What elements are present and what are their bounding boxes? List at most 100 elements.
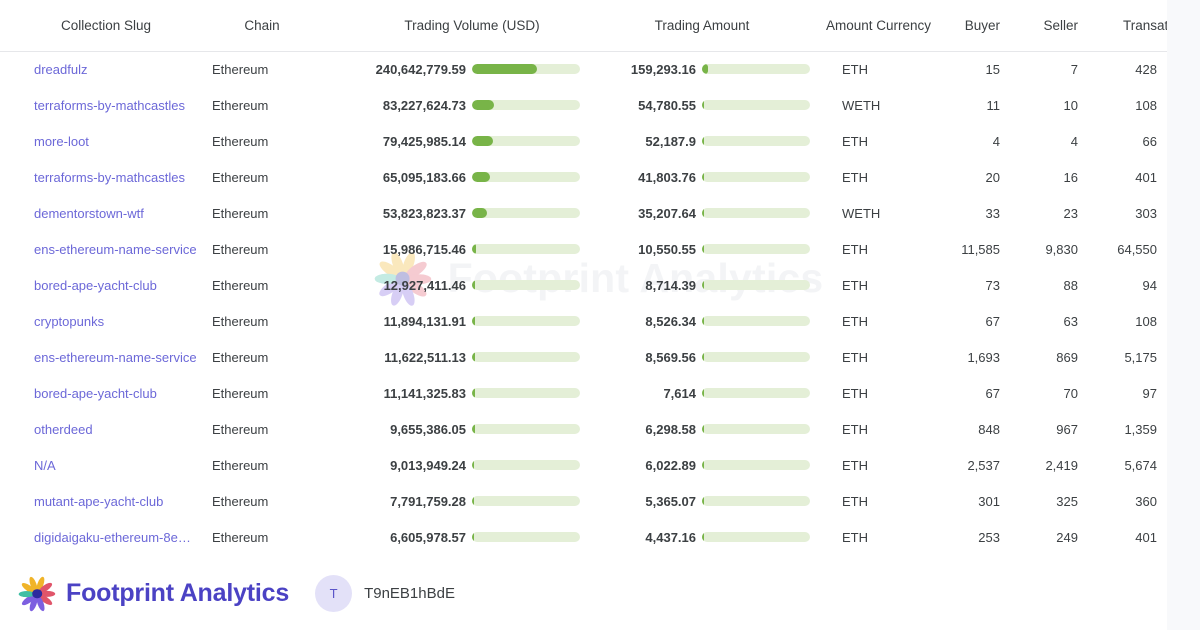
bar-fill: [702, 136, 704, 146]
cell-trading-volume-bar: [472, 411, 584, 447]
bar-track: [702, 136, 810, 146]
cell-seller: 9,830: [1012, 231, 1090, 267]
cell-collection-slug: terraforms-by-mathcastles: [0, 159, 212, 195]
bar-fill: [702, 280, 704, 290]
table-row[interactable]: terraforms-by-mathcastlesEthereum65,095,…: [0, 159, 1200, 195]
bar-track: [472, 172, 580, 182]
table-row[interactable]: more-lootEthereum79,425,985.1452,187.9ET…: [0, 123, 1200, 159]
cell-amount-currency: WETH: [814, 195, 932, 231]
bar-track: [702, 244, 810, 254]
collection-slug-link[interactable]: terraforms-by-mathcastles: [34, 98, 185, 113]
cell-trading-volume: 240,642,779.59: [312, 51, 472, 87]
bar-track: [472, 352, 580, 362]
table-row[interactable]: digidaigaku-ethereum-8e…Ethereum6,605,97…: [0, 519, 1200, 555]
cell-buyer: 11,585: [932, 231, 1012, 267]
collection-slug-link[interactable]: terraforms-by-mathcastles: [34, 170, 185, 185]
collection-slug-link[interactable]: more-loot: [34, 134, 89, 149]
cell-trading-amount-bar: [702, 375, 814, 411]
cell-trading-amount-bar: [702, 123, 814, 159]
cell-buyer: 67: [932, 303, 1012, 339]
bar-fill: [702, 100, 704, 110]
cell-trading-amount-bar: [702, 51, 814, 87]
cell-amount-currency: ETH: [814, 411, 932, 447]
column-header-trading-amount[interactable]: Trading Amount: [584, 0, 702, 51]
cell-trading-volume-bar: [472, 231, 584, 267]
cell-trading-amount: 8,569.56: [584, 339, 702, 375]
bar-fill: [472, 280, 475, 290]
cell-trading-volume-bar: [472, 51, 584, 87]
table-row[interactable]: bored-ape-yacht-clubEthereum11,141,325.8…: [0, 375, 1200, 411]
cell-trading-volume: 11,141,325.83: [312, 375, 472, 411]
bar-track: [472, 532, 580, 542]
bar-track: [702, 100, 810, 110]
table-header: Collection Slug Chain Trading Volume (US…: [0, 0, 1200, 51]
cell-trading-volume-bar: [472, 375, 584, 411]
cell-collection-slug: N/A: [0, 447, 212, 483]
cell-buyer: 15: [932, 51, 1012, 87]
cell-seller: 325: [1012, 483, 1090, 519]
cell-trading-volume-bar: [472, 87, 584, 123]
user-chip[interactable]: T T9nEB1hBdE: [315, 575, 455, 612]
table-row[interactable]: mutant-ape-yacht-clubEthereum7,791,759.2…: [0, 483, 1200, 519]
collection-slug-link[interactable]: ens-ethereum-name-service: [34, 350, 197, 365]
collection-slug-link[interactable]: mutant-ape-yacht-club: [34, 494, 163, 509]
logo-hub: [32, 589, 42, 599]
column-header-chain[interactable]: Chain: [212, 0, 312, 51]
bar-track: [472, 316, 580, 326]
cell-trading-amount-bar: [702, 447, 814, 483]
cell-trading-volume: 65,095,183.66: [312, 159, 472, 195]
collection-slug-link[interactable]: bored-ape-yacht-club: [34, 278, 157, 293]
column-header-amount-currency[interactable]: Amount Currency: [814, 0, 932, 51]
collection-slug-link[interactable]: ens-ethereum-name-service: [34, 242, 197, 257]
cell-seller: 63: [1012, 303, 1090, 339]
cell-buyer: 11: [932, 87, 1012, 123]
bar-track: [702, 280, 810, 290]
column-header-seller[interactable]: Seller: [1012, 0, 1090, 51]
collection-slug-link[interactable]: cryptopunks: [34, 314, 104, 329]
collection-slug-link[interactable]: digidaigaku-ethereum-8e…: [34, 530, 191, 545]
table-row[interactable]: N/AEthereum9,013,949.246,022.89ETH2,5372…: [0, 447, 1200, 483]
cell-trading-amount: 4,437.16: [584, 519, 702, 555]
cell-collection-slug: otherdeed: [0, 411, 212, 447]
collection-slug-link[interactable]: otherdeed: [34, 422, 93, 437]
cell-trading-volume-bar: [472, 159, 584, 195]
collection-slug-link[interactable]: bored-ape-yacht-club: [34, 386, 157, 401]
bar-fill: [702, 352, 704, 362]
collection-slug-link[interactable]: dementorstown-wtf: [34, 206, 144, 221]
bar-fill: [472, 172, 490, 182]
cell-trading-amount-bar: [702, 483, 814, 519]
column-header-collection-slug[interactable]: Collection Slug: [0, 0, 212, 51]
table-row[interactable]: ens-ethereum-name-serviceEthereum11,622,…: [0, 339, 1200, 375]
cell-trading-amount: 41,803.76: [584, 159, 702, 195]
table-row[interactable]: cryptopunksEthereum11,894,131.918,526.34…: [0, 303, 1200, 339]
bar-fill: [472, 208, 487, 218]
collection-slug-link[interactable]: dreadfulz: [34, 62, 87, 77]
cell-chain: Ethereum: [212, 267, 312, 303]
bar-fill: [472, 244, 476, 254]
table-row[interactable]: bored-ape-yacht-clubEthereum12,927,411.4…: [0, 267, 1200, 303]
column-header-trading-volume-label: Trading Volume (USD): [404, 18, 539, 33]
column-header-buyer[interactable]: Buyer: [932, 0, 1012, 51]
table-row[interactable]: dementorstown-wtfEthereum53,823,823.3735…: [0, 195, 1200, 231]
bar-track: [472, 388, 580, 398]
table-row[interactable]: dreadfulzEthereum240,642,779.59159,293.1…: [0, 51, 1200, 87]
cell-seller: 16: [1012, 159, 1090, 195]
table-row[interactable]: terraforms-by-mathcastlesEthereum83,227,…: [0, 87, 1200, 123]
bar-track: [702, 208, 810, 218]
cell-amount-currency: ETH: [814, 303, 932, 339]
bar-track: [472, 100, 580, 110]
bar-track: [702, 424, 810, 434]
bar-track: [702, 172, 810, 182]
cell-buyer: 848: [932, 411, 1012, 447]
table-row[interactable]: otherdeedEthereum9,655,386.056,298.58ETH…: [0, 411, 1200, 447]
cell-amount-currency: ETH: [814, 267, 932, 303]
brand-logo[interactable]: Footprint Analytics: [17, 574, 289, 614]
table-row[interactable]: ens-ethereum-name-serviceEthereum15,986,…: [0, 231, 1200, 267]
cell-chain: Ethereum: [212, 87, 312, 123]
column-header-trading-volume[interactable]: Trading Volume (USD): [312, 0, 472, 51]
collection-slug-link[interactable]: N/A: [34, 458, 56, 473]
bar-track: [472, 136, 580, 146]
cell-trading-amount-bar: [702, 519, 814, 555]
table-body: dreadfulzEthereum240,642,779.59159,293.1…: [0, 51, 1200, 555]
vertical-scrollbar[interactable]: [1167, 0, 1200, 630]
